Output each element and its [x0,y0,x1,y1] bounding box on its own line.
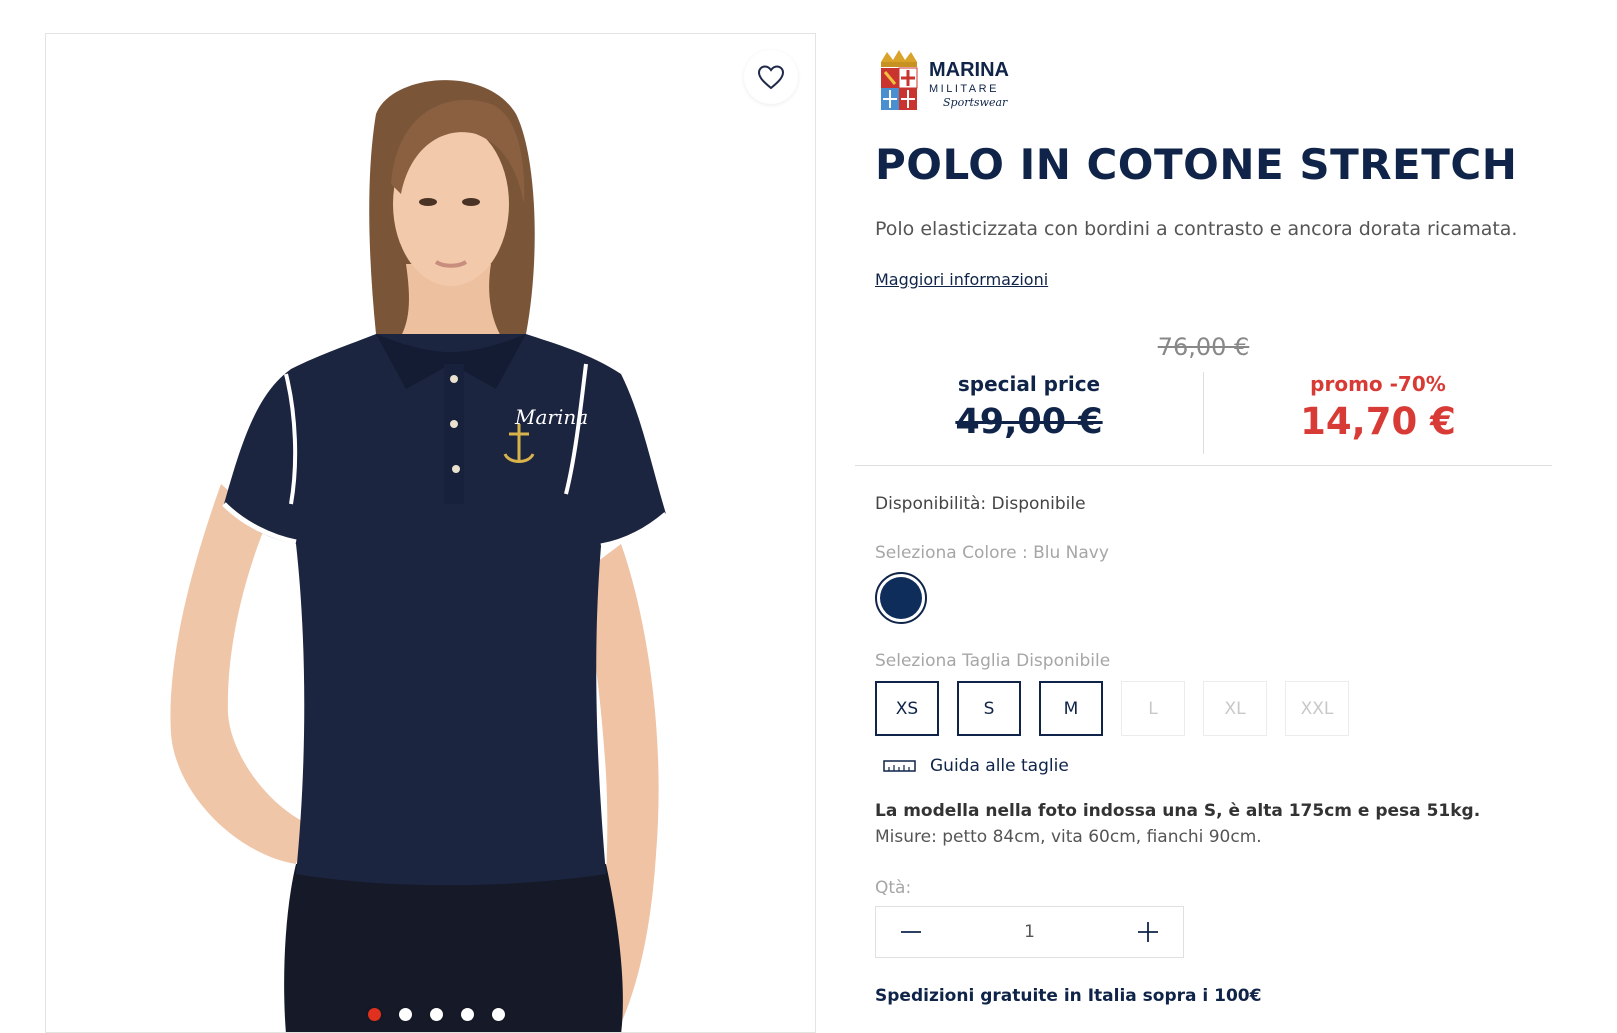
size-guide-label: Guida alle taglie [930,756,1069,776]
gallery-dot[interactable] [399,1008,412,1021]
color-label: Seleziona Colore : Blu Navy [875,543,1109,563]
promo-price-block: promo -70% 14,70 € [1204,372,1552,443]
ruler-icon [883,760,916,772]
size-option-xs[interactable]: XS [875,681,939,736]
availability-status: Disponibilità: Disponibile [875,494,1086,514]
price-box: 76,00 € special price 49,00 € promo -70%… [855,330,1552,466]
minus-icon [901,931,921,933]
model-measures: Misure: petto 84cm, vita 60cm, fianchi 9… [875,827,1262,847]
gallery-dot[interactable] [461,1008,474,1021]
gallery-dot[interactable] [430,1008,443,1021]
quantity-label: Qtà: [875,878,912,898]
svg-text:Sportswear: Sportswear [943,96,1008,109]
size-option-l: L [1121,681,1185,736]
special-price-label: special price [957,372,1101,396]
gallery-dot[interactable] [368,1008,381,1021]
color-swatch-blu-navy[interactable] [875,572,927,624]
svg-text:MARINA: MARINA [929,59,1009,81]
brand-logo[interactable]: MARINA MILITARE Sportswear [877,48,1027,116]
quantity-decrease-button[interactable] [876,907,946,957]
product-description: Polo elasticizzata con bordini a contras… [875,218,1518,240]
old-price: 76,00 € [1157,333,1250,361]
heart-icon [757,65,785,90]
gallery-pagination [46,1008,815,1021]
product-title: POLO IN COTONE STRETCH [875,140,1518,189]
size-option-xxl: XXL [1285,681,1349,736]
color-swatch-fill [880,577,922,619]
size-selector: XS S M L XL XXL [875,681,1349,736]
size-option-xl: XL [1203,681,1267,736]
more-info-link[interactable]: Maggiori informazioni [875,270,1048,289]
special-price-value: 49,00 € [955,402,1103,442]
promo-label: promo -70% [1310,372,1446,396]
quantity-increase-button[interactable] [1113,907,1183,957]
svg-text:MILITARE: MILITARE [929,83,999,95]
svg-text:Marina: Marina [514,405,588,429]
product-photo: Marina [46,34,815,1032]
size-label: Seleziona Taglia Disponibile [875,651,1111,671]
model-info: La modella nella foto indossa una S, è a… [875,801,1481,821]
quantity-input[interactable] [946,907,1113,957]
size-option-s[interactable]: S [957,681,1021,736]
free-shipping-note: Spedizioni gratuite in Italia sopra i 10… [875,986,1262,1006]
product-details: MARINA MILITARE Sportswear POLO IN COTON… [855,0,1555,1024]
quantity-stepper [875,906,1184,958]
size-option-m[interactable]: M [1039,681,1103,736]
promo-price-value: 14,70 € [1300,400,1456,443]
special-price-block: special price 49,00 € [855,372,1203,442]
product-gallery: Marina [45,33,816,1033]
plus-icon [1138,922,1158,942]
gallery-dot[interactable] [492,1008,505,1021]
size-guide-link[interactable]: Guida alle taglie [883,756,1069,776]
wishlist-button[interactable] [744,50,798,104]
